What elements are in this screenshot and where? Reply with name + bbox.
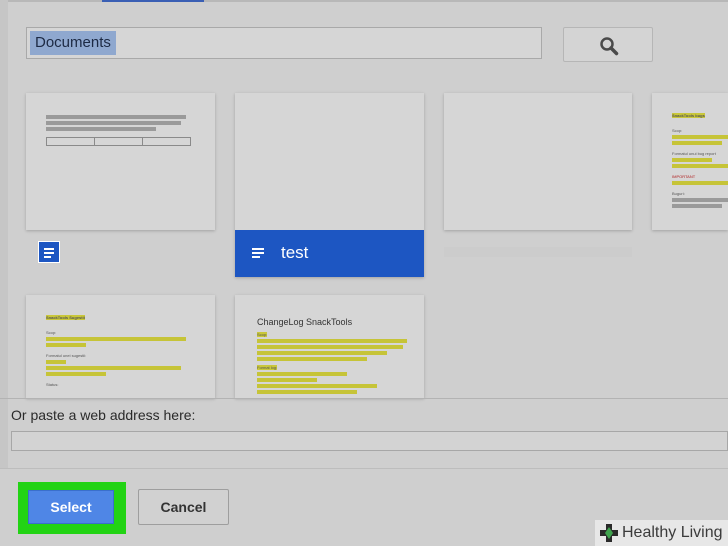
preview-text-block: SnackTools Sugestii Scop: Formatul unei … <box>46 315 186 387</box>
doc-card-selected[interactable]: test <box>235 93 424 277</box>
preview-line <box>46 115 186 119</box>
preview-line <box>46 366 181 370</box>
preview-text-block <box>46 113 196 146</box>
preview-heading-text: SnackTools Sugestii <box>46 315 85 320</box>
top-border <box>0 0 728 2</box>
preview-line <box>46 127 156 131</box>
doc-preview: ChangeLog SnackTools Scop: Format log: <box>235 295 424 398</box>
preview-line <box>257 372 347 376</box>
preview-table-cell <box>143 138 190 145</box>
preview-heading: SnackTools bugs <box>672 113 728 118</box>
preview-line: Status: <box>46 382 59 387</box>
preview-line <box>257 345 403 349</box>
preview-heading-text: SnackTools bugs <box>672 113 705 118</box>
preview-line <box>257 378 317 382</box>
preview-line <box>257 357 367 361</box>
preview-line: Format log: <box>257 365 407 370</box>
preview-line <box>46 343 86 347</box>
preview-line: Scop: <box>46 330 57 335</box>
doc-title-placeholder <box>444 247 632 257</box>
preview-text-block: ChangeLog SnackTools Scop: Format log: <box>257 317 407 396</box>
preview-line <box>46 372 106 376</box>
select-button[interactable]: Select <box>28 490 114 524</box>
preview-line <box>257 384 377 388</box>
doc-title-bar: test <box>235 230 424 277</box>
doc-card[interactable] <box>26 93 215 230</box>
preview-line <box>46 360 66 364</box>
doc-card[interactable]: ChangeLog SnackTools Scop: Format log: <box>235 295 424 398</box>
preview-line <box>672 141 722 145</box>
plus-icon <box>600 524 618 542</box>
active-tab-indicator <box>102 0 204 2</box>
paste-url-input[interactable] <box>11 431 728 451</box>
preview-line-text: Format log: <box>257 365 278 370</box>
preview-line <box>672 158 712 162</box>
search-input[interactable]: Documents <box>26 27 542 59</box>
preview-line <box>46 337 186 341</box>
preview-line-text: Scop: <box>257 332 268 337</box>
preview-text-block: SnackTools bugs Scop: Formatul unui bug … <box>672 113 728 210</box>
paste-url-label: Or paste a web address here: <box>11 407 196 423</box>
doc-card[interactable] <box>444 93 632 230</box>
preview-table <box>46 137 191 146</box>
doc-card[interactable]: SnackTools bugs Scop: Formatul unui bug … <box>652 93 728 230</box>
doc-preview: SnackTools bugs Scop: Formatul unui bug … <box>652 93 728 230</box>
search-query: Documents <box>30 31 116 55</box>
preview-line: Scop: <box>672 128 683 133</box>
preview-line: Formatul unui bug report <box>672 151 716 156</box>
preview-line <box>672 204 722 208</box>
preview-line <box>46 121 181 125</box>
doc-preview <box>235 93 424 230</box>
preview-line <box>257 339 407 343</box>
preview-line: IMPORTANT <box>672 174 696 179</box>
doc-type-icon <box>38 241 60 263</box>
preview-line <box>672 198 728 202</box>
preview-table-cell <box>47 138 95 145</box>
footer-divider <box>0 468 728 469</box>
cancel-button[interactable]: Cancel <box>138 489 229 525</box>
preview-line <box>257 390 357 394</box>
preview-line <box>672 181 728 185</box>
icon-line <box>44 248 54 250</box>
preview-line <box>672 164 728 168</box>
preview-line: Scop: <box>257 332 407 337</box>
preview-line: Formatul unei sugestii: <box>46 353 87 358</box>
preview-line: Bugurí: <box>672 191 685 196</box>
search-button[interactable] <box>563 27 653 62</box>
preview-table-cell <box>95 138 143 145</box>
preview-heading: SnackTools Sugestii <box>46 315 186 320</box>
preview-line <box>257 351 387 355</box>
icon-line <box>44 252 54 254</box>
preview-line <box>672 135 728 139</box>
doc-preview <box>444 93 632 230</box>
doc-icon <box>252 248 264 258</box>
icon-line <box>44 256 51 258</box>
search-icon <box>600 37 619 56</box>
doc-card[interactable]: SnackTools Sugestii Scop: Formatul unei … <box>26 295 215 398</box>
watermark-text: Healthy Living <box>622 524 723 541</box>
doc-preview: SnackTools Sugestii Scop: Formatul unei … <box>26 295 215 398</box>
preview-heading: ChangeLog SnackTools <box>257 317 353 327</box>
doc-title: test <box>281 243 309 262</box>
section-divider <box>0 398 728 399</box>
doc-preview <box>26 93 215 230</box>
watermark: Healthy Living <box>595 520 728 546</box>
